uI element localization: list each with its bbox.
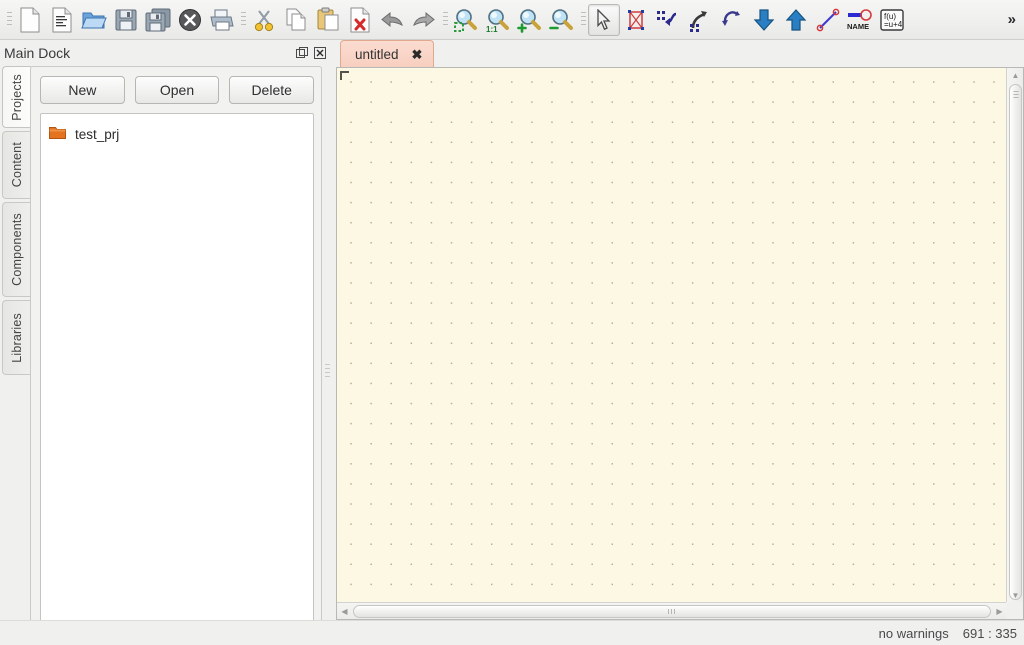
sidebar-tab-projects-label: Projects <box>10 73 24 121</box>
dock-splitter-handle[interactable] <box>322 92 332 645</box>
new-from-template-icon[interactable] <box>46 4 78 36</box>
new-file-icon[interactable] <box>14 4 46 36</box>
close-icon[interactable] <box>174 4 206 36</box>
sidebar-tab-components[interactable]: Components <box>2 202 31 297</box>
toolbar-separator <box>440 7 450 33</box>
net-name-label: NAME <box>847 22 869 31</box>
sidebar-tab-libraries[interactable]: Libraries <box>2 300 31 375</box>
schematic-canvas-frame: ▲ ▼ ◀ ▶ <box>336 67 1024 620</box>
svg-text:1:1: 1:1 <box>486 25 498 33</box>
open-folder-icon[interactable] <box>78 4 110 36</box>
scroll-left-arrow[interactable]: ◀ <box>337 603 352 620</box>
sidebar-tab-content[interactable]: Content <box>2 131 31 199</box>
sidebar-tab-libraries-label: Libraries <box>10 312 24 363</box>
project-list[interactable]: test_prj <box>40 113 314 638</box>
sidebar-tab-projects[interactable]: Projects <box>2 66 31 128</box>
toolbar-separator <box>238 7 248 33</box>
document-tab-bar: untitled ✖ <box>334 38 1024 68</box>
canvas-horizontal-scrollbar[interactable]: ◀ ▶ <box>337 602 1007 619</box>
redo-icon[interactable] <box>408 4 440 36</box>
status-coordinates: 691 : 335 <box>962 625 1017 641</box>
copy-icon[interactable] <box>280 4 312 36</box>
svg-text:=u+4: =u+4 <box>884 20 903 29</box>
toolbar-separator <box>578 7 588 33</box>
save-icon[interactable] <box>110 4 142 36</box>
delete-project-button[interactable]: Delete <box>229 76 315 104</box>
zoom-fit-icon[interactable] <box>450 4 482 36</box>
float-dock-icon[interactable] <box>295 47 308 60</box>
document-tab-untitled[interactable]: untitled ✖ <box>340 40 435 67</box>
scrollbar-corner <box>1006 602 1023 619</box>
open-project-button[interactable]: Open <box>134 76 220 104</box>
scroll-down-arrow[interactable]: ▼ <box>1007 588 1024 603</box>
select-tool-icon[interactable] <box>588 3 620 36</box>
dock-tab-strip: Projects Content Components Libraries <box>2 66 31 436</box>
toolbar-overflow-button[interactable]: » <box>1004 11 1018 28</box>
cut-icon[interactable] <box>248 4 280 36</box>
dock-title-bar: Main Dock <box>4 43 326 63</box>
folder-icon <box>49 125 66 144</box>
zoom-out-icon[interactable] <box>546 4 578 36</box>
port-out-icon[interactable] <box>780 4 812 36</box>
wire-route-icon[interactable] <box>652 4 684 36</box>
canvas-vertical-scrollbar[interactable]: ▲ ▼ <box>1006 68 1023 603</box>
zoom-actual-icon[interactable]: 1:1 <box>482 4 514 36</box>
main-dock-panel: Main Dock Projects Content Components Li… <box>0 40 330 645</box>
document-tab-label: untitled <box>355 46 399 62</box>
close-tab-icon[interactable]: ✖ <box>412 48 423 61</box>
vertical-scroll-thumb[interactable] <box>1009 84 1022 600</box>
scroll-right-arrow[interactable]: ▶ <box>992 603 1007 620</box>
print-icon[interactable] <box>206 4 238 36</box>
application-window: 1:1 NAME f(u) =u+4 » Main Dock Projects … <box>0 0 1024 645</box>
rotate-icon[interactable] <box>716 4 748 36</box>
project-action-buttons: New Open Delete <box>40 76 315 104</box>
toolbar-separator <box>4 7 14 33</box>
formula-icon[interactable]: f(u) =u+4 <box>876 4 908 36</box>
main-toolbar: 1:1 NAME f(u) =u+4 » <box>0 0 1024 40</box>
paste-icon[interactable] <box>312 4 344 36</box>
close-dock-icon[interactable] <box>313 47 326 60</box>
sidebar-tab-content-label: Content <box>10 142 24 188</box>
schematic-canvas[interactable] <box>337 68 1007 603</box>
scroll-thumb-grip <box>1013 91 1018 100</box>
list-item[interactable]: test_prj <box>41 121 313 147</box>
projects-panel: New Open Delete test_prj <box>30 66 322 645</box>
status-bar: no warnings 691 : 335 <box>0 620 1024 645</box>
zoom-in-icon[interactable] <box>514 4 546 36</box>
horizontal-scroll-thumb[interactable] <box>353 605 991 618</box>
save-all-icon[interactable] <box>142 4 174 36</box>
bus-route-icon[interactable] <box>684 4 716 36</box>
component-icon[interactable] <box>620 4 652 36</box>
line-icon[interactable] <box>812 4 844 36</box>
list-item-label: test_prj <box>75 126 120 142</box>
port-in-icon[interactable] <box>748 4 780 36</box>
new-project-button[interactable]: New <box>40 76 125 104</box>
canvas-origin-marker <box>340 71 349 80</box>
sidebar-tab-components-label: Components <box>10 213 24 286</box>
undo-icon[interactable] <box>376 4 408 36</box>
scroll-up-arrow[interactable]: ▲ <box>1007 68 1024 83</box>
delete-icon[interactable] <box>344 4 376 36</box>
net-name-icon[interactable]: NAME <box>844 4 876 36</box>
editor-area: untitled ✖ ▲ ▼ ◀ ▶ <box>334 38 1024 620</box>
dock-title-label: Main Dock <box>4 45 71 61</box>
status-warnings: no warnings <box>878 625 949 641</box>
scroll-thumb-grip <box>667 609 677 614</box>
